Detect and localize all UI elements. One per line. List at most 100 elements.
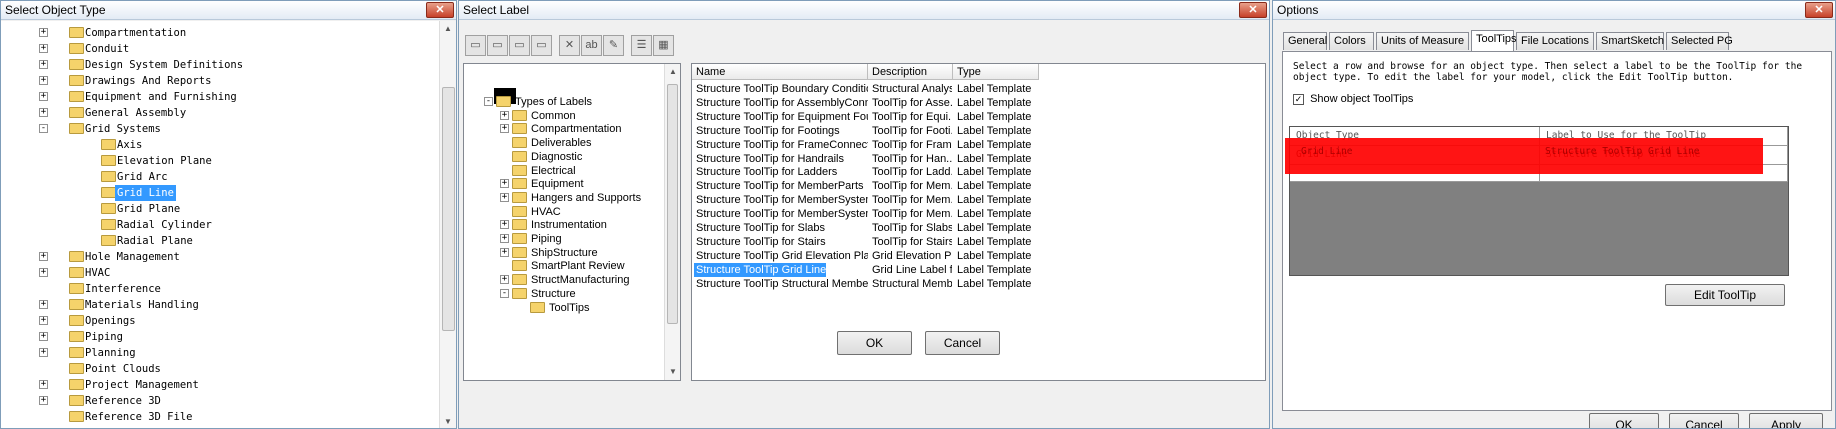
expand-icon[interactable]: +	[39, 348, 48, 357]
tree-item[interactable]: Reference 3D File	[1, 409, 421, 425]
tree-item[interactable]: + Hole Management	[1, 249, 421, 265]
table-row[interactable]: Structure ToolTip for MemberSystem Lo...…	[692, 193, 1265, 207]
column-header-type[interactable]: Type	[953, 64, 1039, 80]
expand-icon[interactable]: +	[39, 332, 48, 341]
details-view-button[interactable]: ▦	[653, 35, 674, 56]
tab-selected-pg[interactable]: Selected PG	[1666, 32, 1733, 50]
collapse-icon[interactable]: -	[500, 288, 509, 298]
expand-icon[interactable]: +	[39, 252, 48, 261]
show-tooltips-checkbox[interactable]: ✓	[1293, 93, 1304, 105]
object-type-tree-scrollbar[interactable]: ▲ ▼	[439, 21, 456, 428]
tree-item[interactable]: ToolTips	[464, 300, 664, 316]
tab-units-of-measure[interactable]: Units of Measure	[1376, 32, 1469, 50]
table-row[interactable]: Structure ToolTip for MemberParts ToolTip…	[692, 179, 1265, 193]
tree-item[interactable]: Radial Cylinder	[1, 217, 421, 233]
tree-item[interactable]: + Reference 3D	[1, 393, 421, 409]
table-row[interactable]: Structure ToolTip for Equipment Founda..…	[692, 110, 1265, 124]
expand-icon[interactable]: +	[39, 396, 48, 405]
table-row[interactable]: Structure ToolTip for Handrails ToolTip f…	[692, 152, 1265, 166]
tree-item[interactable]: - Grid Systems	[1, 121, 421, 137]
cancel-button[interactable]: Cancel	[925, 331, 1000, 355]
label-type-tree-panel[interactable]: - Types of Labels + Common + Compartmentation…	[463, 63, 681, 381]
expand-icon[interactable]: +	[39, 108, 48, 117]
table-row[interactable]: Structure ToolTip for Ladders ToolTip for…	[692, 165, 1265, 179]
table-row[interactable]: Structure ToolTip for MemberSystems ToolT…	[692, 207, 1265, 221]
expand-icon[interactable]: +	[500, 110, 509, 120]
expand-icon[interactable]: +	[39, 300, 48, 309]
tab-smartsketch[interactable]: SmartSketch	[1596, 32, 1664, 50]
tree-item[interactable]: + Openings	[1, 313, 421, 329]
expand-icon[interactable]: +	[500, 275, 509, 285]
expand-icon[interactable]: +	[500, 247, 509, 257]
tree-item[interactable]: + Design System Definitions	[1, 57, 421, 73]
expand-icon[interactable]: +	[39, 92, 48, 101]
edit-tooltip-button[interactable]: Edit ToolTip	[1665, 284, 1785, 306]
scroll-down-icon[interactable]: ▼	[440, 414, 456, 428]
tab-tooltips[interactable]: ToolTips	[1471, 30, 1517, 51]
collapse-icon[interactable]: -	[484, 97, 493, 106]
new-label-button[interactable]: ▭	[487, 35, 508, 56]
expand-icon[interactable]: +	[39, 76, 48, 85]
table-row[interactable]: Structure ToolTip for Slabs ToolTip for S…	[692, 221, 1265, 235]
table-row[interactable]: Structure ToolTip Boundary Condition Stru…	[692, 82, 1265, 96]
expand-icon[interactable]: +	[500, 192, 509, 202]
expand-icon[interactable]: +	[39, 44, 48, 53]
tab-colors[interactable]: Colors	[1329, 32, 1374, 50]
expand-icon[interactable]: +	[39, 28, 48, 37]
table-row[interactable]: Structure ToolTip Structural Member Struc…	[692, 277, 1265, 291]
tree-item[interactable]: + Piping	[1, 329, 421, 345]
table-row[interactable]: Structure ToolTip Grid Elevation Plane Gr…	[692, 249, 1265, 263]
ok-button[interactable]: OK	[1589, 413, 1659, 428]
expand-icon[interactable]: +	[39, 60, 48, 69]
edit-label-button[interactable]: ✎	[603, 35, 624, 56]
tree-item[interactable]: Grid Line	[1, 185, 421, 201]
scroll-up-icon[interactable]: ▲	[440, 21, 456, 37]
table-row[interactable]: Structure ToolTip for FrameConnections To…	[692, 138, 1265, 152]
tree-item[interactable]: + Planning	[1, 345, 421, 361]
tree-item[interactable]: Axis	[1, 137, 421, 153]
expand-icon[interactable]: +	[39, 380, 48, 389]
tree-item[interactable]: Grid Plane	[1, 201, 421, 217]
table-row[interactable]: Structure ToolTip for Footings ToolTip fo…	[692, 124, 1265, 138]
expand-icon[interactable]: +	[500, 220, 509, 230]
column-header-name[interactable]: Name	[692, 64, 868, 80]
tree-item[interactable]: Point Clouds	[1, 361, 421, 377]
delete-button[interactable]: ✕	[559, 35, 580, 56]
ok-button[interactable]: OK	[837, 331, 912, 355]
tree-item[interactable]: + Conduit	[1, 41, 421, 57]
expand-icon[interactable]: +	[500, 124, 509, 134]
new-folder-button[interactable]: ▭	[465, 35, 486, 56]
apply-button[interactable]: Apply	[1749, 413, 1823, 428]
object-type-tree[interactable]: + Compartmentation + Conduit + Design System …	[1, 21, 441, 428]
rename-button[interactable]: ab	[581, 35, 602, 56]
table-row[interactable]: Structure ToolTip for Stairs ToolTip for …	[692, 235, 1265, 249]
tree-item[interactable]: Interference	[1, 281, 421, 297]
tree-item[interactable]: + General Assembly	[1, 105, 421, 121]
label-tree-scrollbar[interactable]: ▲ ▼	[664, 64, 680, 380]
tab-file-locations[interactable]: File Locations	[1516, 32, 1594, 50]
close-button[interactable]: ✕	[1805, 2, 1833, 18]
copy-label-button[interactable]: ▭	[509, 35, 530, 56]
scroll-thumb[interactable]	[667, 84, 678, 324]
expand-icon[interactable]: +	[500, 234, 509, 243]
expand-icon[interactable]: +	[39, 268, 48, 277]
list-view-button[interactable]: ☰	[631, 35, 652, 56]
tree-item[interactable]: + Compartmentation	[1, 25, 421, 41]
table-row[interactable]: Structure ToolTip for AssemblyConnecti..…	[692, 96, 1265, 110]
expand-icon[interactable]: +	[39, 316, 48, 325]
tree-item[interactable]: + Equipment and Furnishing	[1, 89, 421, 105]
tree-item[interactable]: + Materials Handling	[1, 297, 421, 313]
tab-general[interactable]: General	[1283, 32, 1327, 50]
show-tooltips-checkbox-row[interactable]: ✓ Show object ToolTips	[1293, 92, 1413, 106]
scroll-down-icon[interactable]: ▼	[665, 364, 681, 380]
close-button[interactable]: ✕	[1239, 2, 1267, 18]
expand-icon[interactable]: +	[500, 179, 509, 189]
label-type-tree[interactable]: - Types of Labels + Common + Compartmentation…	[464, 64, 664, 380]
tree-item[interactable]: + Drawings And Reports	[1, 73, 421, 89]
properties-button[interactable]: ▭	[531, 35, 552, 56]
tree-item[interactable]: Grid Arc	[1, 169, 421, 185]
table-row[interactable]: Structure ToolTip Grid Line Grid Line Lab…	[692, 262, 1265, 277]
collapse-icon[interactable]: -	[39, 124, 48, 133]
scroll-thumb[interactable]	[442, 87, 455, 331]
tree-item[interactable]: + Project Management	[1, 377, 421, 393]
